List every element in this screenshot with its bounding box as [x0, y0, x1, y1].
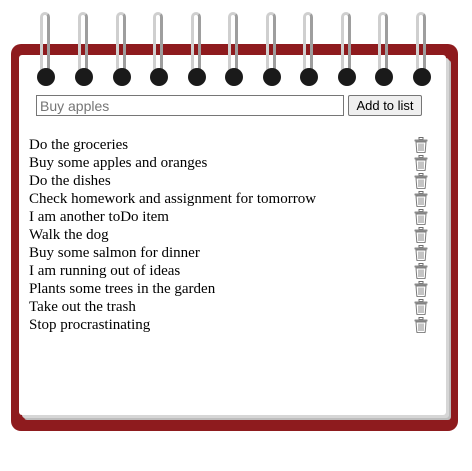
trash-icon[interactable]: [414, 245, 428, 261]
spiral-binding: [0, 0, 472, 95]
trash-icon[interactable]: [414, 281, 428, 297]
todo-text: Buy some apples and oranges: [29, 155, 208, 171]
todo-text: I am another toDo item: [29, 209, 169, 225]
binding-ring: [262, 12, 282, 86]
new-todo-input[interactable]: [36, 95, 344, 116]
todo-text: Walk the dog: [29, 227, 109, 243]
todo-item: Buy some apples and oranges: [29, 154, 434, 172]
binding-ring: [112, 12, 132, 86]
binding-ring: [374, 12, 394, 86]
trash-icon[interactable]: [414, 209, 428, 225]
binding-ring: [149, 12, 169, 86]
trash-icon[interactable]: [414, 317, 428, 333]
todo-item: Plants some trees in the garden: [29, 280, 434, 298]
trash-icon[interactable]: [414, 173, 428, 189]
add-to-list-button[interactable]: Add to list: [348, 95, 422, 116]
todo-item: I am another toDo item: [29, 208, 434, 226]
trash-icon[interactable]: [414, 137, 428, 153]
todo-text: Do the dishes: [29, 173, 111, 189]
todo-text: Check homework and assignment for tomorr…: [29, 191, 317, 207]
trash-icon[interactable]: [414, 155, 428, 171]
binding-ring: [74, 12, 94, 86]
todo-text: Plants some trees in the garden: [29, 281, 216, 297]
todo-list: Do the groceries Buy some apples and ora…: [29, 136, 434, 334]
todo-text: Do the groceries: [29, 137, 129, 153]
todo-item: Buy some salmon for dinner: [29, 244, 434, 262]
binding-ring: [224, 12, 244, 86]
todo-item: Walk the dog: [29, 226, 434, 244]
todo-text: Take out the trash: [29, 299, 136, 315]
binding-ring: [299, 12, 319, 86]
trash-icon[interactable]: [414, 263, 428, 279]
todo-item: I am running out of ideas: [29, 262, 434, 280]
trash-icon[interactable]: [414, 227, 428, 243]
trash-icon[interactable]: [414, 191, 428, 207]
todo-item: Do the dishes: [29, 172, 434, 190]
todo-item: Stop procrastinating: [29, 316, 434, 334]
binding-ring: [412, 12, 432, 86]
todo-item: Take out the trash: [29, 298, 434, 316]
binding-ring: [187, 12, 207, 86]
todo-text: Stop procrastinating: [29, 317, 151, 333]
todo-text: I am running out of ideas: [29, 263, 181, 279]
binding-ring: [337, 12, 357, 86]
todo-text: Buy some salmon for dinner: [29, 245, 200, 261]
todo-item: Do the groceries: [29, 136, 434, 154]
todo-item: Check homework and assignment for tomorr…: [29, 190, 434, 208]
binding-ring: [36, 12, 56, 86]
trash-icon[interactable]: [414, 299, 428, 315]
